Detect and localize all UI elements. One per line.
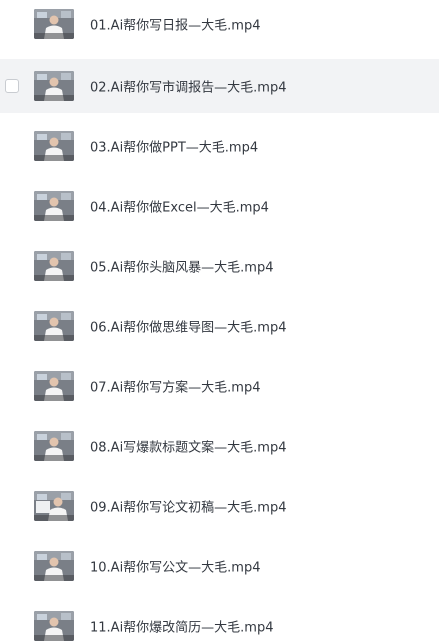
file-row[interactable]: 02.Ai帮你写市调报告—大毛.mp4 (0, 59, 439, 113)
file-row[interactable]: 09.Ai帮你写论文初稿—大毛.mp4 (0, 479, 439, 533)
video-thumbnail-icon (34, 251, 74, 281)
video-thumbnail-icon (34, 431, 74, 461)
file-row[interactable]: 08.Ai写爆款标题文案—大毛.mp4 (0, 419, 439, 473)
video-thumbnail-icon (34, 71, 74, 101)
file-name[interactable]: 11.Ai帮你爆改简历—大毛.mp4 (90, 617, 274, 636)
file-name[interactable]: 04.Ai帮你做Excel—大毛.mp4 (90, 197, 269, 216)
select-checkbox[interactable] (5, 79, 19, 93)
file-row[interactable]: 04.Ai帮你做Excel—大毛.mp4 (0, 179, 439, 233)
file-row[interactable]: 01.Ai帮你写日报—大毛.mp4 (0, 0, 439, 51)
video-thumbnail-icon (34, 131, 74, 161)
file-row[interactable]: 05.Ai帮你头脑风暴—大毛.mp4 (0, 239, 439, 293)
file-name[interactable]: 03.Ai帮你做PPT—大毛.mp4 (90, 137, 258, 156)
file-row[interactable]: 10.Ai帮你写公文—大毛.mp4 (0, 539, 439, 593)
file-row[interactable]: 03.Ai帮你做PPT—大毛.mp4 (0, 119, 439, 173)
video-thumbnail-icon (34, 551, 74, 581)
file-name[interactable]: 01.Ai帮你写日报—大毛.mp4 (90, 15, 261, 34)
video-thumbnail-icon (34, 611, 74, 641)
video-thumbnail-icon (34, 9, 74, 39)
file-name[interactable]: 07.Ai帮你写方案—大毛.mp4 (90, 377, 261, 396)
file-name[interactable]: 08.Ai写爆款标题文案—大毛.mp4 (90, 437, 287, 456)
file-name[interactable]: 05.Ai帮你头脑风暴—大毛.mp4 (90, 257, 274, 276)
file-name[interactable]: 09.Ai帮你写论文初稿—大毛.mp4 (90, 497, 287, 516)
file-name[interactable]: 10.Ai帮你写公文—大毛.mp4 (90, 557, 261, 576)
file-name[interactable]: 02.Ai帮你写市调报告—大毛.mp4 (90, 77, 287, 96)
file-row[interactable]: 06.Ai帮你做思维导图—大毛.mp4 (0, 299, 439, 353)
file-row[interactable]: 11.Ai帮你爆改简历—大毛.mp4 (0, 599, 439, 643)
video-thumbnail-icon (34, 311, 74, 341)
video-thumbnail-icon (34, 371, 74, 401)
file-row[interactable]: 07.Ai帮你写方案—大毛.mp4 (0, 359, 439, 413)
video-thumbnail-icon (34, 191, 74, 221)
video-thumbnail-icon (34, 491, 74, 521)
file-list: 01.Ai帮你写日报—大毛.mp4 02.Ai帮你写市调报告—大毛.mp4 03… (0, 0, 439, 643)
file-name[interactable]: 06.Ai帮你做思维导图—大毛.mp4 (90, 317, 287, 336)
